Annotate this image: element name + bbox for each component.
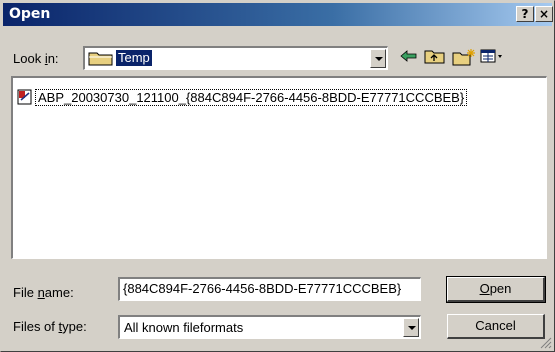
window-title: Open [9,6,51,22]
open-dialog: Open ? × Look in: Temp ABP_20030730_1211… [0,0,555,352]
new-folder-icon[interactable] [452,48,476,66]
look-in-value: Temp [116,50,152,66]
cancel-button[interactable]: Cancel [447,314,545,339]
file-name-input[interactable]: {884C894F-2766-4456-8BDD-E77771CCCBEB} [118,277,421,301]
open-button[interactable]: Open [446,276,546,303]
folder-icon [88,52,113,66]
title-bar[interactable]: Open ? × [3,3,553,26]
close-button[interactable]: × [535,6,553,22]
file-name-text: ABP_20030730_121100_{884C894F-2766-4456-… [35,88,468,106]
file-type-combo[interactable]: All known fileformats [118,315,421,339]
file-type-label: Files of type: [13,319,87,334]
chevron-down-icon[interactable] [403,318,419,337]
back-arrow-icon[interactable] [399,48,419,64]
file-type-value: All known fileformats [124,320,244,335]
chevron-down-icon[interactable] [370,49,386,68]
file-name-label: File name: [13,285,74,300]
document-icon [17,89,32,105]
file-list[interactable]: ABP_20030730_121100_{884C894F-2766-4456-… [11,76,547,259]
look-in-combo[interactable]: Temp [83,46,388,70]
folder-up-icon[interactable] [424,48,446,64]
help-button[interactable]: ? [516,6,534,22]
resize-grip-icon[interactable] [540,337,552,349]
list-item[interactable]: ABP_20030730_121100_{884C894F-2766-4456-… [17,88,468,106]
view-menu-icon[interactable] [480,48,504,64]
look-in-label: Look in: [13,51,59,66]
